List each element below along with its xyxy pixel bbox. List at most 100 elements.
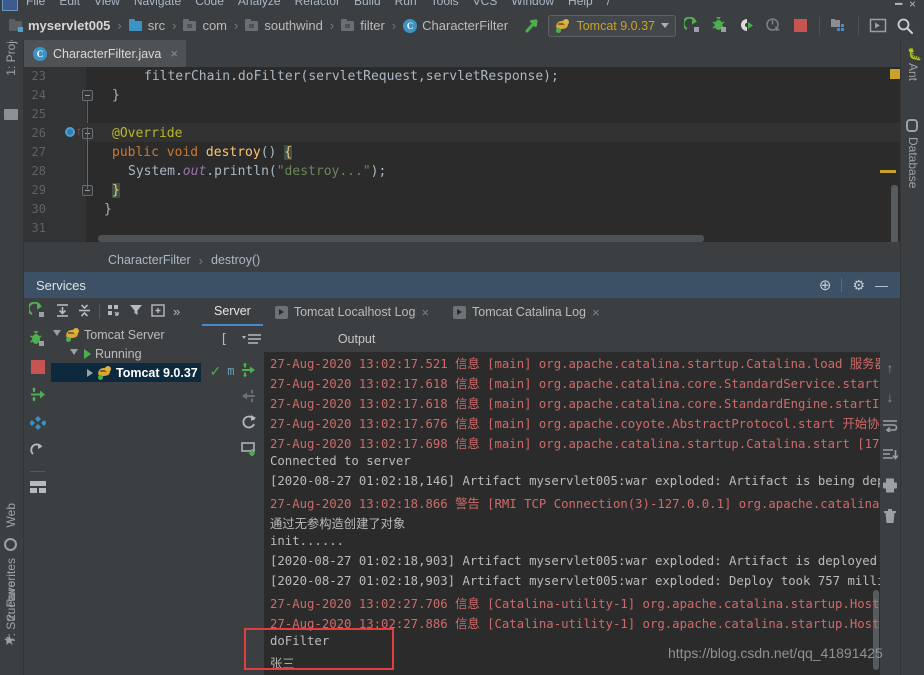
debug-service-icon[interactable] <box>29 330 46 351</box>
menu-item-code[interactable]: Code <box>195 0 224 7</box>
chevron-down-icon[interactable] <box>70 348 78 359</box>
menu-item-refactor[interactable]: Refactor <box>295 0 340 7</box>
console-bracket-icon[interactable]: [ <box>220 332 228 347</box>
refresh-icon[interactable] <box>29 443 46 462</box>
scroll-to-end-icon[interactable] <box>882 448 899 465</box>
menu-item-window[interactable]: Window <box>511 0 554 7</box>
chevron-right-icon[interactable] <box>87 368 93 377</box>
hide-window-icon[interactable]: — <box>875 279 888 292</box>
run-configuration-selector[interactable]: Tomcat 9.0.37 <box>548 14 676 37</box>
fold-toggle-24[interactable] <box>82 90 93 101</box>
breadcrumb-item-src[interactable]: src <box>126 17 168 34</box>
menu-item-build[interactable]: Build <box>354 0 381 7</box>
tab-tomcat-localhost-log[interactable]: Tomcat Localhost Log × <box>263 298 441 326</box>
update-app-button[interactable] <box>867 15 889 37</box>
window-controls[interactable]: ━ × <box>895 0 916 11</box>
show-services-layout-icon[interactable] <box>29 481 46 496</box>
sidebar-item-web[interactable]: Web <box>4 503 18 527</box>
profile-button[interactable] <box>762 15 784 37</box>
step-out-icon[interactable] <box>241 388 257 407</box>
editor-horizontal-scrollbar[interactable] <box>98 235 704 242</box>
menu-item-vcs[interactable]: VCS <box>473 0 498 7</box>
code-text[interactable]: filterChain.doFilter(servletRequest,serv… <box>96 67 900 242</box>
breadcrumb-item-com[interactable]: com <box>180 17 230 34</box>
code-line-27[interactable]: public void destroy() { <box>112 145 293 160</box>
chevron-down-icon[interactable] <box>53 329 61 340</box>
close-icon[interactable]: × <box>170 46 178 61</box>
code-line-23[interactable]: filterChain.doFilter(servletRequest,serv… <box>144 69 559 84</box>
tree-row-tomcat-server[interactable]: Tomcat Server <box>51 325 201 344</box>
back-arrow-icon[interactable] <box>521 15 543 37</box>
collapse-all-icon[interactable] <box>77 303 92 321</box>
editor-warning-marker[interactable] <box>890 69 900 79</box>
more-options-icon[interactable]: » <box>173 304 180 319</box>
services-tree[interactable]: Tomcat Server Running Tomcat 9.0.37 <box>51 325 201 675</box>
print-icon[interactable] <box>882 478 898 496</box>
menu-item-edit[interactable]: Edit <box>59 0 80 7</box>
deploy-icon[interactable] <box>29 386 46 406</box>
restart-icon[interactable] <box>241 414 257 433</box>
tab-character-filter-java[interactable]: C CharacterFilter.java × <box>24 40 186 67</box>
breadcrumb[interactable]: myservlet005 › src › com › southwind › filter › C C… <box>6 17 511 34</box>
debug-button[interactable] <box>708 15 730 37</box>
tree-row-tomcat-9-0-37[interactable]: Tomcat 9.0.37 <box>51 363 201 382</box>
close-icon[interactable]: × <box>421 305 429 320</box>
console-log-line: init...... <box>270 534 345 548</box>
code-editor[interactable]: 23 24 25 26 27 28 29 30 31 ↑ filterChain.doFilte… <box>24 67 900 242</box>
sidebar-item-database[interactable]: Database <box>906 137 920 188</box>
breadcrumb-item-southwind[interactable]: southwind <box>242 17 326 34</box>
soft-wrap-icon[interactable] <box>882 418 898 435</box>
sidebar-item-structure[interactable]: 7: Structure <box>4 581 18 643</box>
menu-item-analyze[interactable]: Analyze <box>238 0 281 7</box>
step-over-icon[interactable] <box>240 362 256 381</box>
menu-item-navigate[interactable]: Navigate <box>134 0 181 7</box>
run-button[interactable] <box>681 15 703 37</box>
stop-button[interactable] <box>789 15 811 37</box>
scroll-down-icon[interactable]: ↓ <box>887 389 894 405</box>
menu-item-run[interactable]: Run <box>395 0 417 7</box>
rerun-service-icon[interactable] <box>27 301 46 322</box>
editor-breadcrumb[interactable]: CharacterFilter › destroy() <box>24 250 900 270</box>
search-everywhere-button[interactable] <box>894 15 916 37</box>
deploy-artifact-icon[interactable] <box>241 440 257 459</box>
stop-service-icon[interactable] <box>30 360 45 377</box>
tree-row-running[interactable]: Running <box>51 344 201 363</box>
code-folding-bar[interactable] <box>82 67 96 242</box>
code-line-30[interactable]: } <box>104 202 112 217</box>
breakpoint-icon[interactable] <box>65 127 75 137</box>
edit-configurations-icon[interactable] <box>28 415 47 434</box>
breadcrumb-item-characterfilter[interactable]: C CharacterFilter <box>400 17 511 34</box>
breadcrumb-method[interactable]: destroy() <box>211 253 260 267</box>
filter-icon[interactable] <box>129 303 144 321</box>
breadcrumb-item-filter[interactable]: filter <box>338 17 388 34</box>
menu-item-help[interactable]: Help <box>568 0 593 7</box>
scroll-up-icon[interactable]: ↑ <box>887 360 894 376</box>
tab-server[interactable]: Server <box>202 298 263 326</box>
settings-gear-icon[interactable]: ⚙ <box>852 278 865 292</box>
menu-item-view[interactable]: View <box>94 0 120 7</box>
breadcrumb-item-myservlet005[interactable]: myservlet005 <box>6 17 113 34</box>
run-with-coverage-button[interactable] <box>735 15 757 37</box>
menu-item-tools[interactable]: Tools <box>431 0 459 7</box>
editor-gutter[interactable]: 23 24 25 26 27 28 29 30 31 ↑ <box>24 67 86 242</box>
add-service-icon[interactable] <box>151 303 166 321</box>
group-by-icon[interactable] <box>107 303 122 321</box>
help-target-icon[interactable]: ⊕ <box>819 278 832 293</box>
sidebar-item-ant[interactable]: Ant <box>906 63 920 81</box>
code-line-28[interactable]: System.out.println("destroy..."); <box>128 164 386 179</box>
breadcrumb-class[interactable]: CharacterFilter <box>108 253 191 267</box>
console-tab-strip[interactable]: Server Tomcat Localhost Log × Tomcat Catali… <box>202 298 900 326</box>
clear-all-icon[interactable] <box>883 509 897 527</box>
editor-vertical-scrollbar[interactable] <box>891 185 898 242</box>
tab-tomcat-catalina-log[interactable]: Tomcat Catalina Log × <box>441 298 612 326</box>
project-structure-button[interactable] <box>828 15 850 37</box>
checkmark-icon[interactable]: ✓ <box>210 363 222 380</box>
code-line-26[interactable]: @Override <box>112 126 182 141</box>
expand-all-icon[interactable] <box>55 303 70 321</box>
code-line-24[interactable]: } <box>112 88 120 103</box>
menu-item-file[interactable]: File <box>26 0 45 7</box>
console-output[interactable]: 27-Aug-2020 13:02:17.521 信息 [main] org.a… <box>264 352 880 675</box>
log-level-filter-icon[interactable] <box>241 333 264 346</box>
code-line-29[interactable]: } <box>112 183 120 198</box>
close-icon[interactable]: × <box>592 305 600 320</box>
